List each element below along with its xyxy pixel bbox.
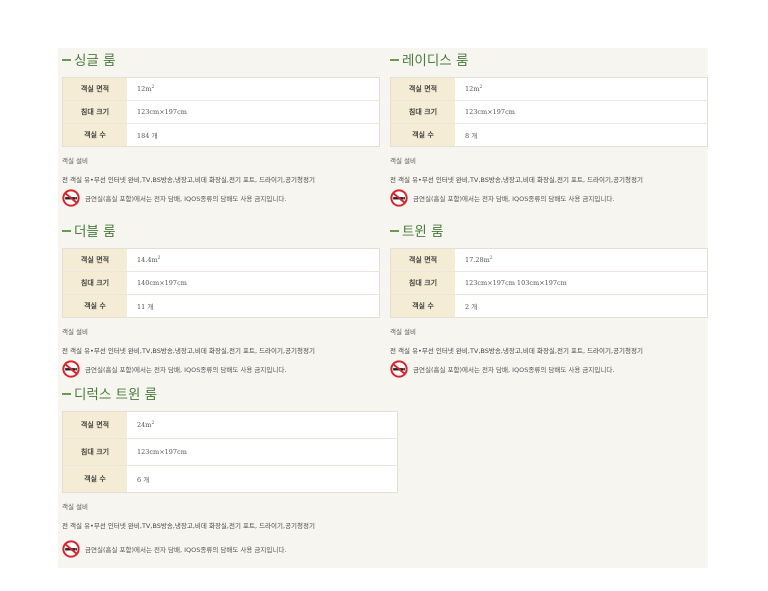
room-ladies: 레이디스 룸 객실 면적 12m2 침대 크기 123cm×197cm 객실 수 8 … [390, 51, 708, 207]
room-spec-table: 객실 면적 17.28m2 침대 크기 123cm×197cm 103cm×197c… [390, 248, 708, 318]
bed-label: 침대 크기 [62, 100, 127, 124]
area-label: 객실 면적 [390, 248, 455, 272]
bed-value: 123cm×197cm [455, 100, 708, 124]
room-spec-table: 객실 면적 12m2 침대 크기 123cm×197cm 객실 수 8 개 [390, 77, 708, 147]
table-row: 객실 면적 24m2 [62, 411, 398, 439]
amenities-title: 객실 설비 [390, 328, 416, 336]
amenities-list: 전 객실 유•무선 인터넷 완비,TV,BS방송,냉장고,비데 화장실,전기 포… [390, 347, 643, 355]
table-row: 침대 크기 123cm×197cm [390, 100, 708, 124]
room-title: 싱글 룸 [62, 51, 380, 71]
bed-label: 침대 크기 [62, 271, 127, 295]
table-row: 침대 크기 123cm×197cm [62, 100, 380, 124]
area-label: 객실 면적 [62, 77, 127, 101]
bed-value: 140cm×197cm [127, 271, 380, 295]
area-label: 객실 면적 [62, 248, 127, 272]
room-title-text: 싱글 룸 [74, 53, 116, 69]
no-smoking-icon [62, 540, 80, 558]
amenities-list: 전 객실 유•무선 인터넷 완비,TV,BS방송,냉장고,비데 화장실,전기 포… [390, 176, 643, 184]
area-value: 14.4m2 [127, 248, 380, 272]
area-value: 17.28m2 [455, 248, 708, 272]
count-value: 6 개 [137, 476, 150, 484]
notice-text: 금연실(흡실 포함)에서는 전자 담배, IQOS종류의 담배도 사용 금지입니… [85, 546, 287, 554]
count-value: 11 개 [137, 303, 154, 311]
table-row: 객실 수 2 개 [390, 294, 708, 318]
count-label: 객실 수 [62, 123, 127, 147]
count-label: 객실 수 [62, 294, 127, 318]
amenities-list: 전 객실 유•무선 인터넷 완비,TV,BS방송,냉장고,비데 화장실,전기 포… [62, 176, 315, 184]
table-row: 객실 수 6 개 [62, 465, 398, 493]
table-row: 객실 수 8 개 [390, 123, 708, 147]
bed-label: 침대 크기 [390, 100, 455, 124]
area-value: 12m2 [455, 77, 708, 101]
room-title: 더블 룸 [62, 222, 380, 242]
area-value: 12m2 [127, 77, 380, 101]
room-title: 레이디스 룸 [390, 51, 708, 71]
area-label: 객실 면적 [62, 411, 127, 439]
bed-value: 123cm×197cm 103cm×197cm [455, 271, 708, 295]
amenities-title: 객실 설비 [62, 157, 88, 165]
no-smoking-icon [390, 360, 408, 378]
table-row: 객실 수 184 개 [62, 123, 380, 147]
notice-text: 금연실(흡실 포함)에서는 전자 담배, IQOS종류의 담배도 사용 금지입니… [413, 366, 615, 374]
smoking-notice: 금연실(흡실 포함)에서는 전자 담배, IQOS종류의 담배도 사용 금지입니… [62, 540, 398, 558]
amenities-title: 객실 설비 [62, 328, 88, 336]
table-row: 침대 크기 140cm×197cm [62, 271, 380, 295]
count-label: 객실 수 [62, 465, 127, 493]
smoking-notice: 금연실(흡실 포함)에서는 전자 담배, IQOS종류의 담배도 사용 금지입니… [62, 189, 380, 207]
room-single: 싱글 룸 객실 면적 12m2 침대 크기 123cm×197cm 객실 수 184 … [62, 51, 380, 207]
amenities-title: 객실 설비 [62, 503, 88, 511]
room-title-text: 디럭스 트윈 룸 [74, 387, 158, 403]
table-row: 침대 크기 123cm×197cm 103cm×197cm [390, 271, 708, 295]
table-row: 객실 면적 12m2 [390, 77, 708, 101]
notice-text: 금연실(흡실 포함)에서는 전자 담배, IQOS종류의 담배도 사용 금지입니… [85, 366, 287, 374]
table-row: 객실 면적 14.4m2 [62, 248, 380, 272]
bed-value: 123cm×197cm [127, 100, 380, 124]
smoking-notice: 금연실(흡실 포함)에서는 전자 담배, IQOS종류의 담배도 사용 금지입니… [390, 360, 708, 378]
area-value: 24m2 [127, 411, 398, 439]
no-smoking-icon [390, 189, 408, 207]
room-spec-table: 객실 면적 14.4m2 침대 크기 140cm×197cm 객실 수 11 개 [62, 248, 380, 318]
table-row: 객실 면적 17.28m2 [390, 248, 708, 272]
count-value: 184 개 [137, 132, 158, 140]
room-title-text: 트윈 룸 [402, 224, 444, 240]
room-spec-table: 객실 면적 12m2 침대 크기 123cm×197cm 객실 수 184 개 [62, 77, 380, 147]
table-row: 객실 수 11 개 [62, 294, 380, 318]
smoking-notice: 금연실(흡실 포함)에서는 전자 담배, IQOS종류의 담배도 사용 금지입니… [62, 360, 380, 378]
table-row: 객실 면적 12m2 [62, 77, 380, 101]
bed-value: 123cm×197cm [127, 438, 398, 466]
room-title: 디럭스 트윈 룸 [62, 385, 398, 405]
room-title-text: 레이디스 룸 [402, 53, 469, 69]
count-value: 8 개 [465, 132, 478, 140]
smoking-notice: 금연실(흡실 포함)에서는 전자 담배, IQOS종류의 담배도 사용 금지입니… [390, 189, 708, 207]
no-smoking-icon [62, 189, 80, 207]
notice-text: 금연실(흡실 포함)에서는 전자 담배, IQOS종류의 담배도 사용 금지입니… [413, 195, 615, 203]
count-label: 객실 수 [390, 294, 455, 318]
bed-label: 침대 크기 [62, 438, 127, 466]
room-twin: 트윈 룸 객실 면적 17.28m2 침대 크기 123cm×197cm 103cm… [390, 222, 708, 378]
amenities-list: 전 객실 유•무선 인터넷 완비,TV,BS방송,냉장고,비데 화장실,전기 포… [62, 347, 315, 355]
table-row: 침대 크기 123cm×197cm [62, 438, 398, 466]
room-title-text: 더블 룸 [74, 224, 116, 240]
room-double: 더블 룸 객실 면적 14.4m2 침대 크기 140cm×197cm 객실 수 11… [62, 222, 380, 378]
amenities-title: 객실 설비 [390, 157, 416, 165]
area-label: 객실 면적 [390, 77, 455, 101]
amenities-list: 전 객실 유•무선 인터넷 완비,TV,BS방송,냉장고,비데 화장실,전기 포… [62, 522, 315, 530]
room-title: 트윈 룸 [390, 222, 708, 242]
no-smoking-icon [62, 360, 80, 378]
room-deluxe-twin: 디럭스 트윈 룸 객실 면적 24m2 침대 크기 123cm×197cm 객실 수… [62, 385, 398, 558]
count-value: 2 개 [465, 303, 478, 311]
bed-label: 침대 크기 [390, 271, 455, 295]
count-label: 객실 수 [390, 123, 455, 147]
notice-text: 금연실(흡실 포함)에서는 전자 담배, IQOS종류의 담배도 사용 금지입니… [85, 195, 287, 203]
room-spec-table: 객실 면적 24m2 침대 크기 123cm×197cm 객실 수 6 개 [62, 411, 398, 493]
